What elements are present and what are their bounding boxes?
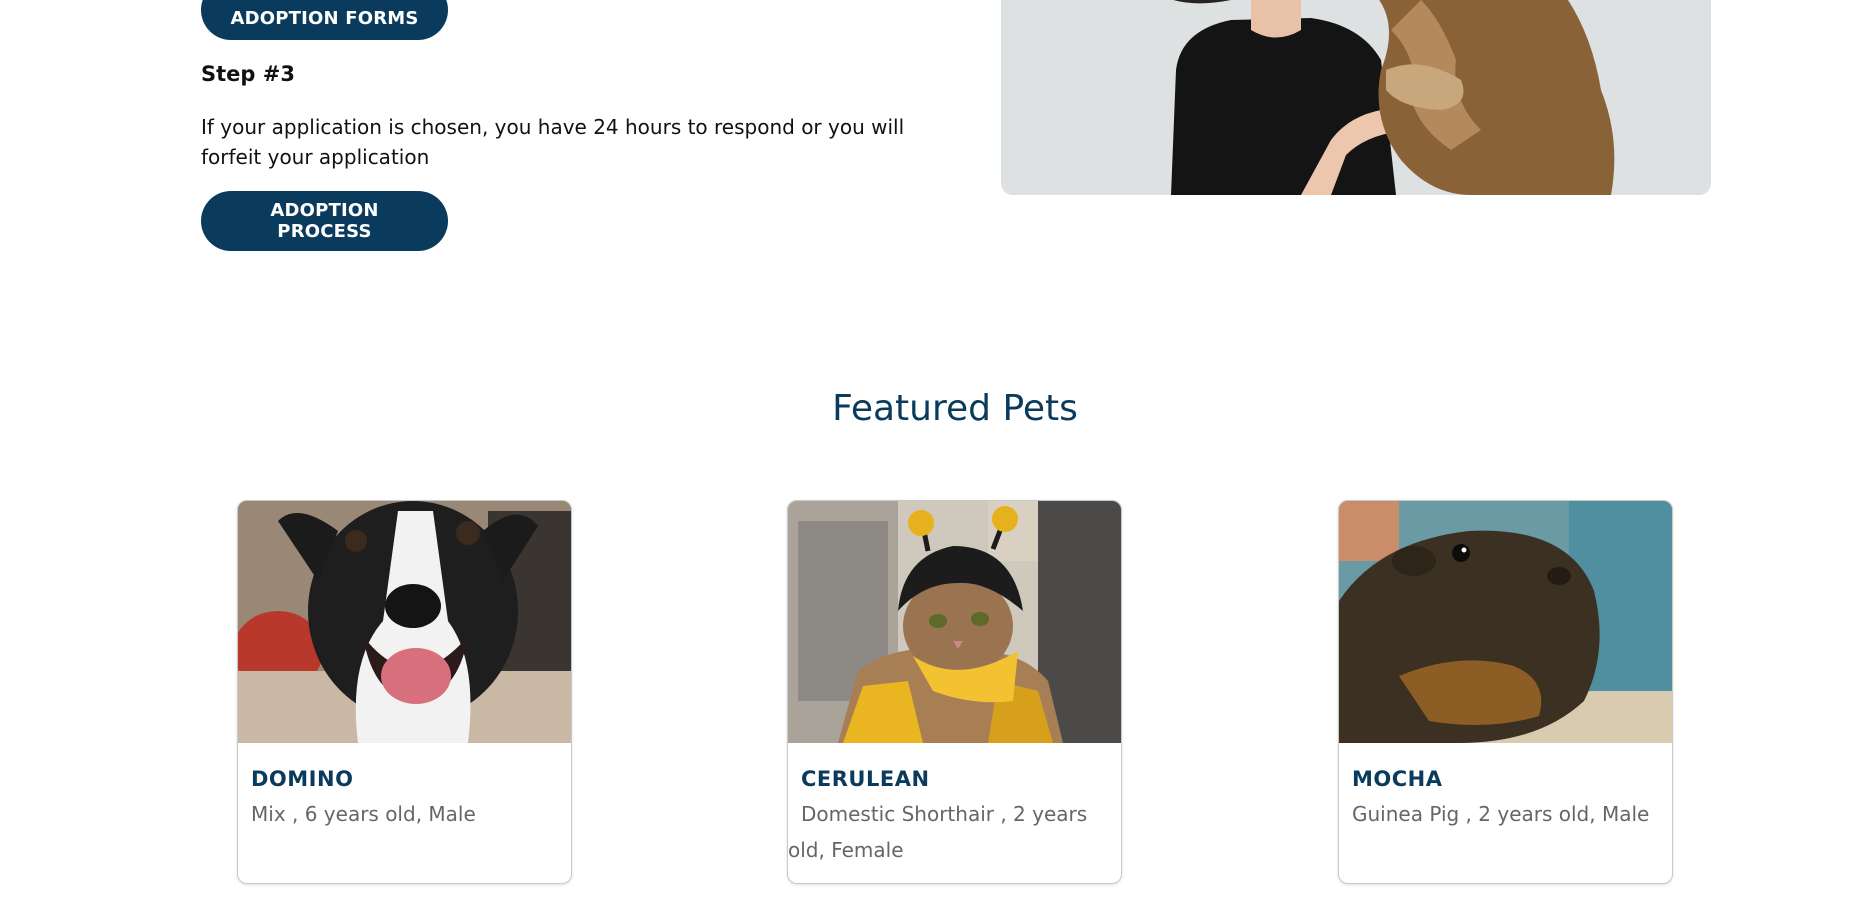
pet-description: Mix , 6 years old, Male [251,802,476,826]
pet-card-cerulean[interactable]: CERULEAN Domestic Shorthair , 2 years ol… [787,500,1122,884]
adoption-process-label: ADOPTION PROCESS [270,200,379,242]
adoption-forms-label: ADOPTION FORMS [230,7,419,29]
pet-description: Guinea Pig , 2 years old, Male [1352,802,1650,826]
adoption-forms-button[interactable]: ADOPTION FORMS [201,0,448,40]
dog-photo-icon [238,501,571,743]
featured-pets-title: Featured Pets [832,388,1078,429]
pet-description: Domestic Shorthair , 2 years old, Female [788,802,1088,862]
cat-photo-icon [788,501,1121,743]
pet-card-mocha[interactable]: MOCHA Guinea Pig , 2 years old, Male [1338,500,1673,884]
step-description: If your application is chosen, you have … [201,115,905,169]
pet-card-domino[interactable]: DOMINO Mix , 6 years old, Male [237,500,572,884]
step-heading: Step #3 [201,62,295,86]
hero-person-with-dog-image [1001,0,1711,195]
adoption-process-button[interactable]: ADOPTION PROCESS [201,191,448,251]
guinea-pig-photo-icon [1339,501,1672,743]
pet-name: CERULEAN [801,767,930,791]
page: ADOPTION FORMS Step #3 If your applicati… [0,0,1866,900]
pet-name: MOCHA [1352,767,1443,791]
pet-name: DOMINO [251,767,354,791]
